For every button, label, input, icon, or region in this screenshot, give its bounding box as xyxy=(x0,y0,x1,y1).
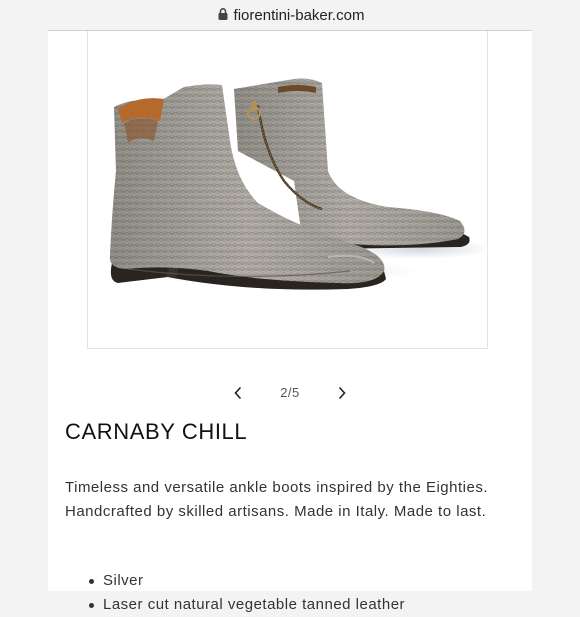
image-pager: 2/5 xyxy=(48,379,532,407)
product-description: Timeless and versatile ankle boots inspi… xyxy=(65,479,488,520)
feature-text: Laser cut natural vegetable tanned leath… xyxy=(103,596,406,613)
product-page: 2/5 CARNABY CHILL Timeless and versatile… xyxy=(48,30,532,613)
product-title: CARNABY CHILL xyxy=(65,419,248,444)
product-image-frame[interactable] xyxy=(87,31,488,349)
address-bar[interactable]: fiorentini-baker.com xyxy=(0,0,580,30)
url-text: fiorentini-baker.com xyxy=(233,6,365,24)
bullet-icon xyxy=(89,603,94,608)
feature-list: Silver Laser cut natural vegetable tanne… xyxy=(65,569,405,617)
chevron-right-icon xyxy=(338,386,346,400)
feature-item: Silver xyxy=(65,569,405,593)
product-image xyxy=(109,78,487,290)
image-counter: 2/5 xyxy=(280,385,300,400)
lock-icon xyxy=(218,8,228,20)
chevron-left-icon xyxy=(234,386,242,400)
next-image-button[interactable] xyxy=(332,383,352,403)
previous-image-button[interactable] xyxy=(228,383,248,403)
feature-text: Silver xyxy=(103,572,144,589)
feature-item: Laser cut natural vegetable tanned leath… xyxy=(65,593,405,617)
